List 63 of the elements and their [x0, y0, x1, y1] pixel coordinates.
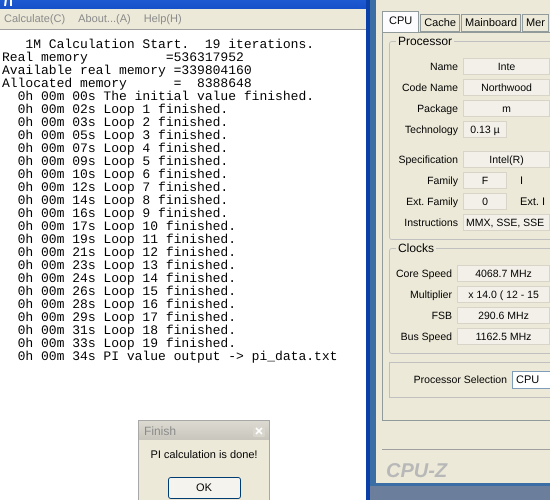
output-line: 0h 00m 31s Loop 18 finished.	[16, 324, 238, 337]
value-field: 0	[463, 193, 507, 210]
field-label: Family	[426, 174, 458, 186]
field-label: Package	[416, 102, 458, 114]
tab[interactable]: Mainboard	[461, 14, 522, 32]
output-line: Real memory =536317952	[2, 51, 245, 64]
field-label: I	[519, 174, 524, 186]
close-icon[interactable]	[253, 424, 265, 436]
output-line: 0h 00m 05s Loop 3 finished.	[16, 129, 230, 142]
field-label: FSB	[430, 310, 452, 322]
output-line: 0h 00m 26s Loop 15 finished.	[16, 285, 238, 298]
output-line: Available real memory =339804160	[2, 64, 253, 77]
field-label: Name	[428, 60, 458, 72]
dialog-title: Finish	[144, 424, 176, 438]
value-field: x 14.0 ( 12 - 15	[457, 286, 550, 303]
output-line: 0h 00m 12s Loop 7 finished.	[16, 181, 230, 194]
output-line: 0h 00m 10s Loop 6 finished.	[16, 168, 230, 181]
value-field: m	[463, 100, 550, 117]
output-line: 0h 00m 03s Loop 2 finished.	[16, 116, 230, 129]
dialog-message: PI calculation is done!	[150, 449, 258, 461]
field-label: Bus Speed	[400, 330, 452, 342]
output-line: 0h 00m 07s Loop 4 finished.	[16, 142, 230, 155]
value-field: MMX, SSE, SSE	[463, 214, 550, 231]
output-line: 0h 00m 23s Loop 13 finished.	[16, 259, 238, 272]
output-line: 0h 00m 14s Loop 8 finished.	[16, 194, 230, 207]
output-line: 0h 00m 34s PI value output -> pi_data.txt	[16, 350, 338, 363]
output-line: 0h 00m 16s Loop 9 finished.	[16, 207, 228, 220]
output-line: 0h 00m 17s Loop 10 finished.	[16, 220, 238, 233]
field-label: Ext. I	[519, 196, 546, 208]
value-field: Inte	[463, 58, 550, 75]
field-label: Instructions	[403, 216, 458, 228]
value-field: 1162.5 MHz	[457, 328, 550, 345]
value-field: F	[463, 172, 507, 189]
value-field: 0.13 µ	[463, 121, 507, 138]
tab[interactable]: Mer	[522, 14, 549, 32]
field-label: Ext. Family	[405, 196, 458, 208]
value-field: 290.6 MHz	[457, 307, 550, 324]
field-label: Core Speed	[394, 268, 452, 280]
field-label: Multiplier	[408, 288, 452, 300]
value-field: Intel(R)	[463, 151, 550, 168]
output-line: 0h 00m 21s Loop 12 finished.	[16, 246, 238, 259]
output-line: 0h 00m 19s Loop 11 finished.	[16, 233, 238, 246]
field-label: Code Name	[400, 82, 458, 94]
output-line: Allocated memory = 8388648	[2, 77, 252, 90]
output-line: 0h 00m 02s Loop 1 finished.	[16, 103, 230, 116]
output-line: 0h 00m 29s Loop 17 finished.	[16, 311, 238, 324]
group-title: Clocks	[396, 241, 436, 255]
ok-button[interactable]: OK	[168, 477, 240, 499]
field-label: Processor Selection	[412, 374, 507, 386]
field-label: Specification	[397, 154, 458, 166]
output-line: 0h 00m 09s Loop 5 finished.	[16, 155, 230, 168]
processor-dropdown[interactable]: CPU	[512, 371, 550, 389]
value-field: Northwood	[463, 79, 550, 96]
output-line: 0h 00m 24s Loop 14 finished.	[16, 272, 238, 285]
output-line: 1M Calculation Start. 19 iterations.	[25, 38, 316, 51]
output-line: 0h 00m 33s Loop 19 finished.	[16, 337, 238, 350]
tab[interactable]: Cache	[420, 14, 460, 32]
group-title: Processor	[396, 34, 454, 48]
field-label: Technology	[404, 124, 458, 136]
output-line: 0h 00m 00s The initial value finished.	[16, 90, 316, 103]
value-field: 4068.7 MHz	[457, 265, 550, 282]
tab[interactable]: CPU	[382, 11, 420, 32]
output-line: 0h 00m 28s Loop 16 finished.	[16, 298, 238, 311]
